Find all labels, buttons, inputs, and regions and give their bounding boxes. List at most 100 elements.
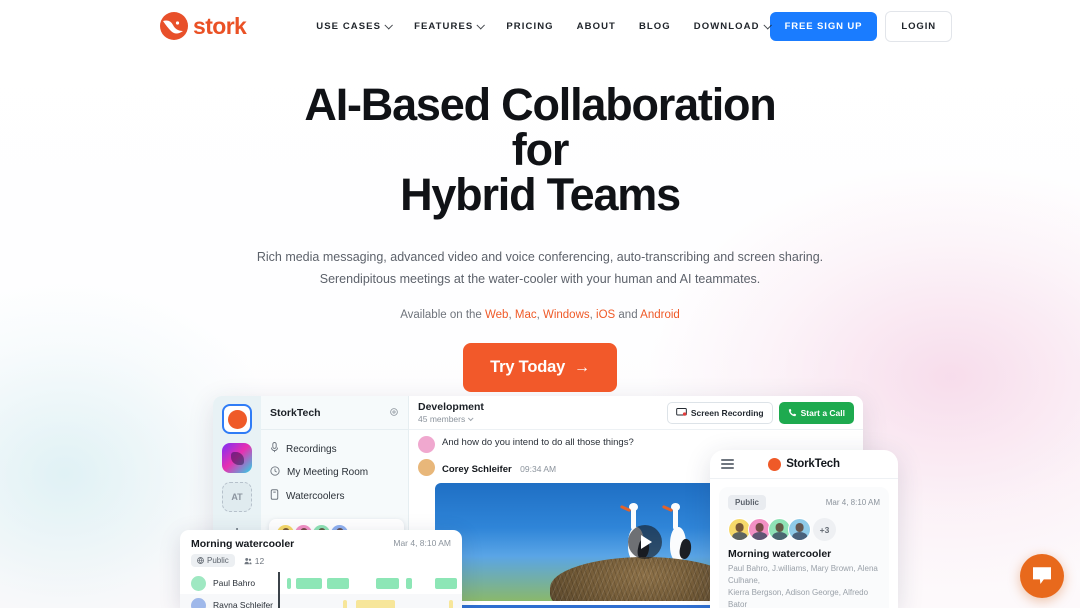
people-line-2: Kierra Bergson, Adison George, Alfredo B… [728,588,869,608]
message-meta: Corey Schleifer 09:34 AM [442,459,556,477]
nav-item-features[interactable]: FEATURES [414,20,486,32]
site-header: stork USE CASES FEATURES PRICING ABOUT B… [0,0,1080,52]
nav-label: DOWNLOAD [693,20,760,32]
mobile-card-date: Mar 4, 8:10 AM [825,498,880,507]
avatar [788,518,811,541]
hamburger-icon[interactable] [721,458,734,470]
timeline-row-name: Rayna Schleifer [213,600,274,608]
hero-title-line-2: for [511,124,570,175]
watercooler-timeline-card: Morning watercooler Mar 4, 8:10 AM Publi… [180,530,462,608]
mobile-brand: StorkTech [768,457,840,471]
gear-icon[interactable] [389,404,399,422]
chat-bubble-icon [1033,567,1051,584]
nav-label: PRICING [506,20,554,32]
sidebar-item-watercoolers[interactable]: Watercoolers [261,484,408,508]
message-timestamp: 09:34 AM [520,464,557,474]
nav-label: USE CASES [316,20,382,32]
mobile-app-window: StorkTech Public Mar 4, 8:10 AM +3 Morni… [710,450,898,608]
workspace-glyph-icon [230,451,244,465]
cta-label: Try Today [490,358,566,376]
member-count-value: 12 [254,555,265,566]
platform-link-ios[interactable]: iOS [596,309,615,321]
avatar [418,459,435,476]
timeline-card-header: Morning watercooler Mar 4, 8:10 AM [180,530,462,550]
platform-link-mac[interactable]: Mac [515,309,537,321]
workspace-icon-second[interactable] [222,443,252,473]
message-text: And how do you intend to do all those th… [442,437,634,448]
chat-widget-button[interactable] [1020,554,1064,598]
platform-link-windows[interactable]: Windows [543,309,590,321]
people-icon [244,557,252,564]
stork-bird-logo-icon [160,12,188,40]
sidebar-header: StorkTech [261,396,408,430]
avatar [191,575,206,591]
brand-logo[interactable]: stork [160,12,247,40]
hero-subtitle-line-2: Serendipitous meetings at the water-cool… [319,271,761,286]
people-line-1: Paul Bahro, J.williams, Mary Brown, Alen… [728,564,878,585]
nav-item-about[interactable]: ABOUT [577,21,616,32]
auth-actions: FREE SIGN UP LOGIN [769,10,953,42]
play-button-icon[interactable] [627,525,662,559]
nav-item-download[interactable]: DOWNLOAD [693,20,772,32]
nav-item-use-cases[interactable]: USE CASES [316,20,394,32]
timeline-row[interactable]: Paul Bahro [180,572,462,594]
try-today-button[interactable]: Try Today → [463,343,617,392]
member-count: 12 [244,556,264,566]
nav-item-blog[interactable]: BLOG [639,21,671,32]
timeline-track[interactable] [282,599,462,608]
brand-name: stork [193,12,247,39]
sidebar-items: Recordings My Meeting Room Watercoolers [261,430,408,515]
visibility-badge: Public [728,495,767,510]
nav-label: ABOUT [576,20,616,32]
workspace-icon-at[interactable]: AT [222,482,252,512]
nav-label: FEATURES [414,20,474,32]
hero-title-line-1: AI-Based Collaboration [304,79,776,130]
platform-link-android[interactable]: Android [640,309,680,321]
timeline-track[interactable] [282,577,462,589]
channel-header: Development 45 members Screen Recording … [409,396,863,430]
sidebar-item-label: Watercoolers [286,490,345,502]
screen-recording-icon [676,408,687,416]
channel-members: 45 members [418,414,484,424]
screen-recording-button[interactable]: Screen Recording [666,401,773,424]
chevron-down-icon [468,414,474,421]
visibility-label: Public [207,556,229,565]
screen-recording-label: Screen Recording [690,407,764,418]
hero-title-line-3: Hybrid Teams [400,169,681,220]
timeline-row-name: Paul Bahro [213,578,256,588]
chevron-down-icon [384,21,394,30]
device-icon [270,489,279,503]
hero-section: AI-Based Collaboration for Hybrid Teams … [0,52,1080,392]
timeline-row[interactable]: Rayna Schleifer [180,594,462,608]
extra-participants-count: +3 [813,518,836,541]
nav-label: BLOG [638,20,671,32]
mobile-workspace-name: StorkTech [786,458,840,470]
arrow-right-icon: → [574,358,590,376]
start-call-label: Start a Call [800,407,845,418]
timeline-playhead[interactable] [278,572,280,608]
main-navigation: USE CASES FEATURES PRICING ABOUT BLOG DO… [316,20,772,32]
sidebar-item-my-meeting-room[interactable]: My Meeting Room [261,461,408,484]
stork-illustration [661,503,686,573]
mobile-card-people: Paul Bahro, J.williams, Mary Brown, Alen… [728,563,880,608]
free-signup-button[interactable]: FREE SIGN UP [769,11,878,41]
sidebar-item-label: Recordings [286,443,337,455]
sidebar-item-recordings[interactable]: Recordings [261,437,408,461]
stork-logo-icon [768,457,782,471]
workspace-icon-stork[interactable] [222,404,252,434]
sidebar-item-label: My Meeting Room [287,467,369,478]
mobile-watercooler-card[interactable]: Public Mar 4, 8:10 AM +3 Morning waterco… [719,487,889,608]
avatar [418,436,435,453]
mobile-participants: +3 [728,518,880,541]
microphone-icon [270,442,279,456]
timeline-card-meta: Public 12 [180,550,462,567]
visibility-badge: Public [191,554,235,567]
start-call-button[interactable]: Start a Call [778,401,854,424]
platform-availability: Available on the Web, Mac, Windows, iOS … [400,309,680,321]
product-screenshot-group: AT + StorkTech Recordings [0,396,1080,608]
member-count-label: 45 members [418,413,466,424]
nav-item-pricing[interactable]: PRICING [506,21,553,32]
workspace-name: StorkTech [270,406,321,419]
login-button[interactable]: LOGIN [885,10,953,42]
platform-link-web[interactable]: Web [485,309,508,321]
